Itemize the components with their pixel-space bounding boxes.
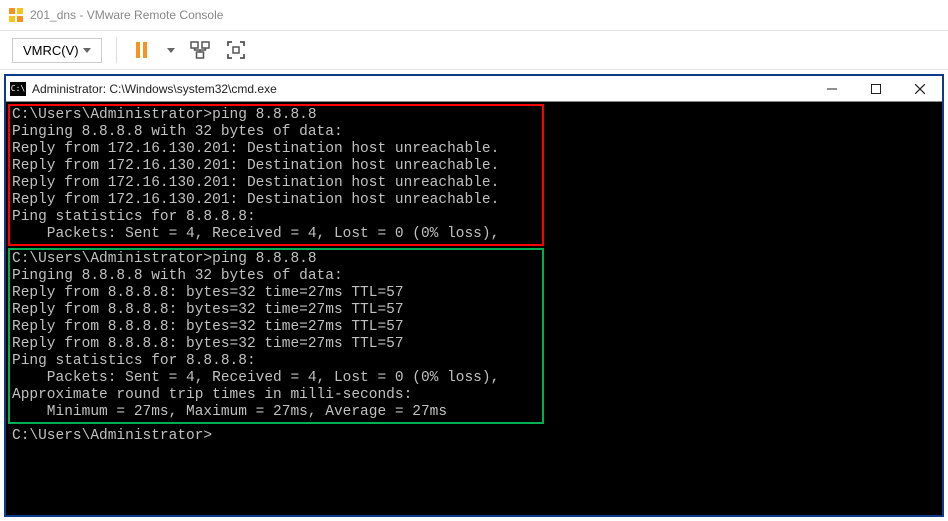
terminal-line: Approximate round trip times in milli-se… bbox=[12, 387, 540, 404]
terminal-line: C:\Users\Administrator>ping 8.8.8.8 bbox=[12, 107, 540, 124]
vmware-toolbar: VMRC(V) bbox=[0, 30, 948, 70]
terminal-line: Ping statistics for 8.8.8.8: bbox=[12, 209, 540, 226]
fullscreen-icon bbox=[227, 41, 245, 59]
vmrc-menu-label: VMRC(V) bbox=[23, 43, 79, 58]
minimize-button[interactable] bbox=[810, 76, 854, 102]
network-icon bbox=[190, 41, 210, 59]
chevron-down-icon[interactable] bbox=[167, 48, 175, 53]
pause-button[interactable] bbox=[131, 39, 153, 61]
vmware-logo-icon bbox=[8, 7, 24, 23]
maximize-button[interactable] bbox=[854, 76, 898, 102]
cmd-window-title: Administrator: C:\Windows\system32\cmd.e… bbox=[32, 82, 277, 96]
fullscreen-button[interactable] bbox=[225, 39, 247, 61]
terminal-prompt[interactable]: C:\Users\Administrator> bbox=[8, 426, 940, 447]
terminal-line: Reply from 8.8.8.8: bytes=32 time=27ms T… bbox=[12, 319, 540, 336]
terminal-line: Ping statistics for 8.8.8.8: bbox=[12, 353, 540, 370]
terminal-line: Pinging 8.8.8.8 with 32 bytes of data: bbox=[12, 268, 540, 285]
vmware-window-title: 201_dns - VMware Remote Console bbox=[30, 8, 223, 22]
close-button[interactable] bbox=[898, 76, 942, 102]
minimize-icon bbox=[827, 84, 837, 94]
toolbar-divider bbox=[116, 37, 117, 63]
maximize-icon bbox=[871, 84, 881, 94]
close-icon bbox=[915, 84, 925, 94]
cmd-icon: C:\ bbox=[10, 82, 26, 96]
vmware-titlebar: 201_dns - VMware Remote Console bbox=[0, 0, 948, 30]
terminal-line: Reply from 172.16.130.201: Destination h… bbox=[12, 141, 540, 158]
terminal-line: Reply from 172.16.130.201: Destination h… bbox=[12, 192, 540, 209]
vmrc-menu-button[interactable]: VMRC(V) bbox=[12, 38, 102, 63]
cmd-titlebar: C:\ Administrator: C:\Windows\system32\c… bbox=[6, 76, 942, 102]
pause-icon bbox=[136, 42, 147, 58]
terminal-line: C:\Users\Administrator>ping 8.8.8.8 bbox=[12, 251, 540, 268]
terminal-line: Minimum = 27ms, Maximum = 27ms, Average … bbox=[12, 404, 540, 421]
terminal-line: Reply from 8.8.8.8: bytes=32 time=27ms T… bbox=[12, 285, 540, 302]
highlight-box-success: C:\Users\Administrator>ping 8.8.8.8 Ping… bbox=[8, 248, 544, 424]
terminal-line: Packets: Sent = 4, Received = 4, Lost = … bbox=[12, 226, 540, 243]
terminal-line: Reply from 8.8.8.8: bytes=32 time=27ms T… bbox=[12, 302, 540, 319]
terminal-line: Reply from 8.8.8.8: bytes=32 time=27ms T… bbox=[12, 336, 540, 353]
terminal-output[interactable]: C:\Users\Administrator>ping 8.8.8.8 Ping… bbox=[6, 102, 942, 449]
terminal-line: Pinging 8.8.8.8 with 32 bytes of data: bbox=[12, 124, 540, 141]
send-cad-button[interactable] bbox=[189, 39, 211, 61]
terminal-line: Packets: Sent = 4, Received = 4, Lost = … bbox=[12, 370, 540, 387]
terminal-line: Reply from 172.16.130.201: Destination h… bbox=[12, 158, 540, 175]
chevron-down-icon bbox=[83, 48, 91, 53]
vm-content-area: C:\ Administrator: C:\Windows\system32\c… bbox=[4, 74, 944, 517]
terminal-line: Reply from 172.16.130.201: Destination h… bbox=[12, 175, 540, 192]
highlight-box-failure: C:\Users\Administrator>ping 8.8.8.8 Ping… bbox=[8, 104, 544, 246]
